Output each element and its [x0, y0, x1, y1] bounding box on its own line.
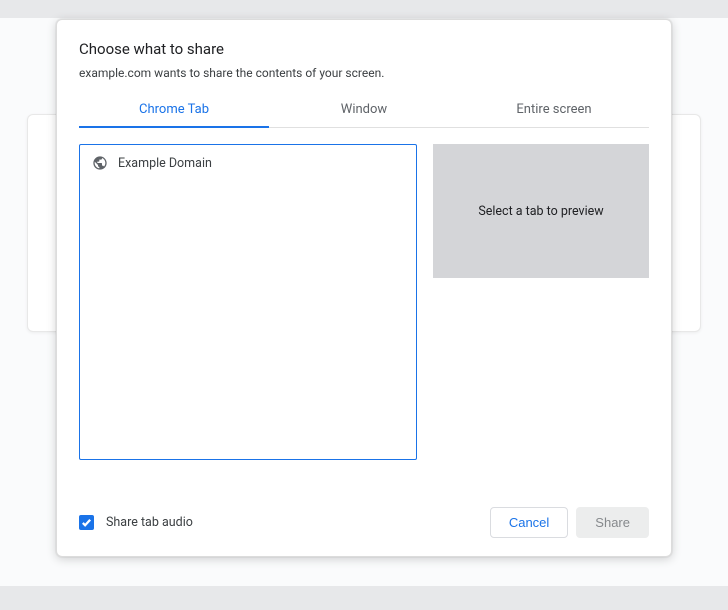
tab-window[interactable]: Window — [269, 94, 459, 127]
dialog-footer: Share tab audio Cancel Share — [79, 489, 649, 538]
browser-top-bar — [0, 0, 728, 18]
share-audio-option: Share tab audio — [79, 515, 193, 530]
globe-icon — [92, 155, 108, 171]
share-button[interactable]: Share — [576, 507, 649, 538]
tab-item-label: Example Domain — [118, 156, 212, 171]
browser-bottom-bar — [0, 586, 728, 610]
dialog-subtitle: example.com wants to share the contents … — [79, 66, 649, 80]
footer-buttons: Cancel Share — [490, 507, 649, 538]
screen-share-dialog: Choose what to share example.com wants t… — [56, 19, 672, 557]
tab-entire-screen[interactable]: Entire screen — [459, 94, 649, 127]
dialog-title: Choose what to share — [79, 40, 649, 58]
share-audio-label: Share tab audio — [106, 515, 193, 530]
tab-list[interactable]: Example Domain — [79, 144, 417, 460]
content-row: Example Domain Select a tab to preview — [79, 144, 649, 489]
preview-pane: Select a tab to preview — [433, 144, 649, 278]
tab-chrome-tab[interactable]: Chrome Tab — [79, 94, 269, 127]
share-audio-checkbox[interactable] — [79, 515, 94, 530]
preview-text: Select a tab to preview — [478, 204, 603, 219]
tab-list-item[interactable]: Example Domain — [80, 145, 416, 181]
cancel-button[interactable]: Cancel — [490, 507, 568, 538]
share-tabs: Chrome Tab Window Entire screen — [79, 94, 649, 128]
